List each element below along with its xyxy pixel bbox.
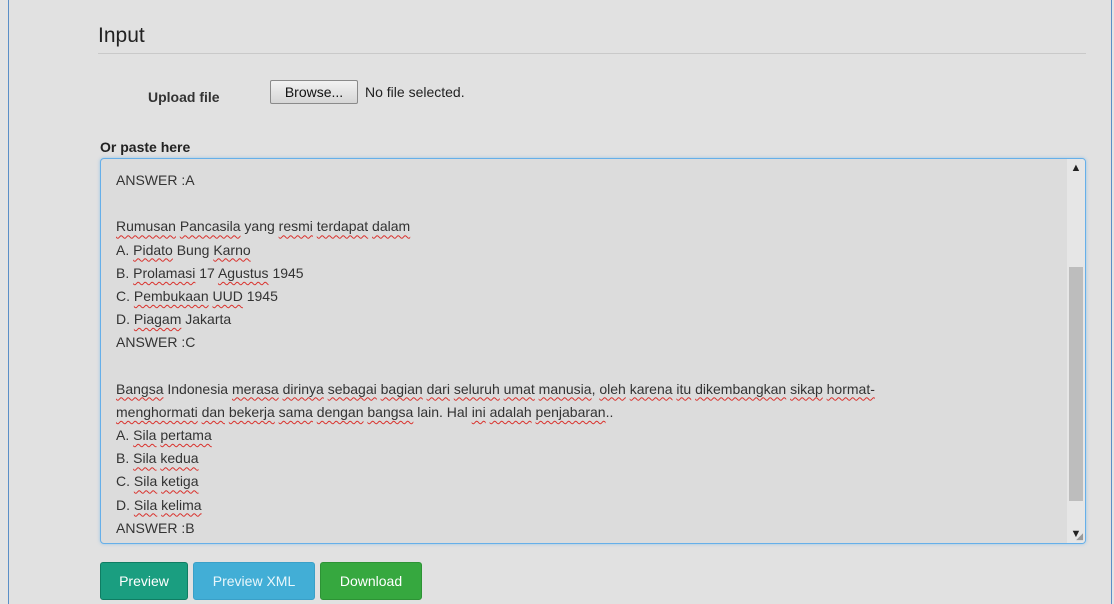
text-line — [116, 355, 1056, 378]
text-line: D. Piagam Jakarta — [116, 311, 232, 328]
text-line — [116, 192, 1056, 215]
file-status-text: No file selected. — [365, 84, 465, 100]
text-line: Bangsa Indonesia merasa dirinya sebagai … — [116, 380, 875, 397]
text-line: ANSWER :A — [116, 172, 195, 188]
paste-textarea[interactable]: ANSWER :A Rumusan Pancasila yang resmi t… — [100, 158, 1086, 544]
text-line: C. Sila ketiga — [116, 473, 199, 490]
scrollbar-thumb[interactable] — [1069, 267, 1083, 501]
panel-title: Input — [98, 24, 145, 47]
textarea-content: ANSWER :A Rumusan Pancasila yang resmi t… — [116, 169, 1056, 540]
scroll-up-icon[interactable]: ▲ — [1067, 159, 1085, 177]
text-line: A. Sila pertama — [116, 427, 212, 444]
text-line: ANSWER :B — [116, 519, 195, 536]
preview-xml-button[interactable]: Preview XML — [193, 562, 315, 600]
text-line: Rumusan Pancasila yang resmi terdapat da… — [116, 218, 411, 235]
text-line: B. Sila kedua — [116, 450, 199, 467]
textarea-scrollbar[interactable]: ▲ ▼ — [1067, 159, 1085, 543]
upload-file-label: Upload file — [148, 89, 220, 105]
text-line: D. Sila kelima — [116, 496, 202, 513]
paste-label: Or paste here — [100, 139, 191, 155]
text-line: ANSWER :C — [116, 334, 196, 351]
preview-button[interactable]: Preview — [100, 562, 188, 600]
text-line: C. Pembukaan UUD 1945 — [116, 287, 278, 304]
text-line: menghormati dan bekerja sama dengan bang… — [116, 403, 614, 420]
title-divider — [98, 53, 1086, 54]
text-line: B. Prolamasi 17 Agustus 1945 — [116, 264, 304, 281]
resize-grip-icon[interactable]: ◢ — [1076, 531, 1083, 542]
download-button[interactable]: Download — [320, 562, 422, 600]
browse-button[interactable]: Browse... — [270, 80, 358, 104]
text-line: A. Pidato Bung Karno — [116, 241, 251, 258]
